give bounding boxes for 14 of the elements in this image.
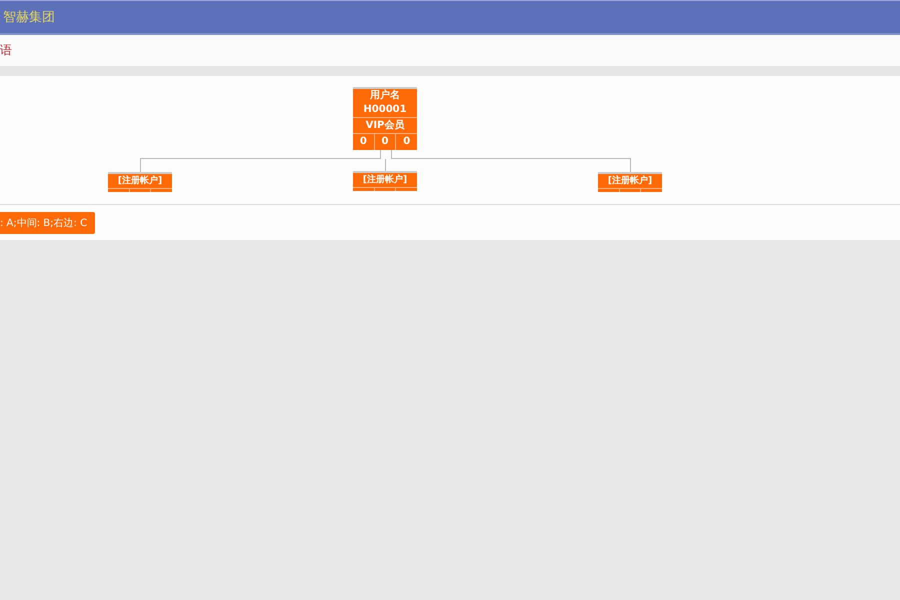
child-node[interactable]: [注册帐户] (353, 171, 417, 191)
node-id: H00001 (362, 103, 408, 117)
count-value: 0 (374, 134, 396, 150)
count-value: 0 (358, 135, 368, 149)
node-label: 用户名 (369, 89, 401, 103)
member-level: VIP会员 (353, 117, 417, 134)
notice-text: 语 (0, 42, 12, 59)
legend-button[interactable]: : A;中间: B;右边: C (0, 212, 96, 234)
child-node[interactable]: [注册帐户] (598, 172, 662, 192)
child-node[interactable]: [注册帐户] (108, 172, 172, 192)
company-title: 智赫集团 (3, 9, 55, 26)
count-value: 0 (395, 134, 418, 150)
root-node[interactable]: 用户名 H00001 VIP会员 0 0 0 (353, 87, 417, 150)
connector-line (385, 158, 386, 172)
